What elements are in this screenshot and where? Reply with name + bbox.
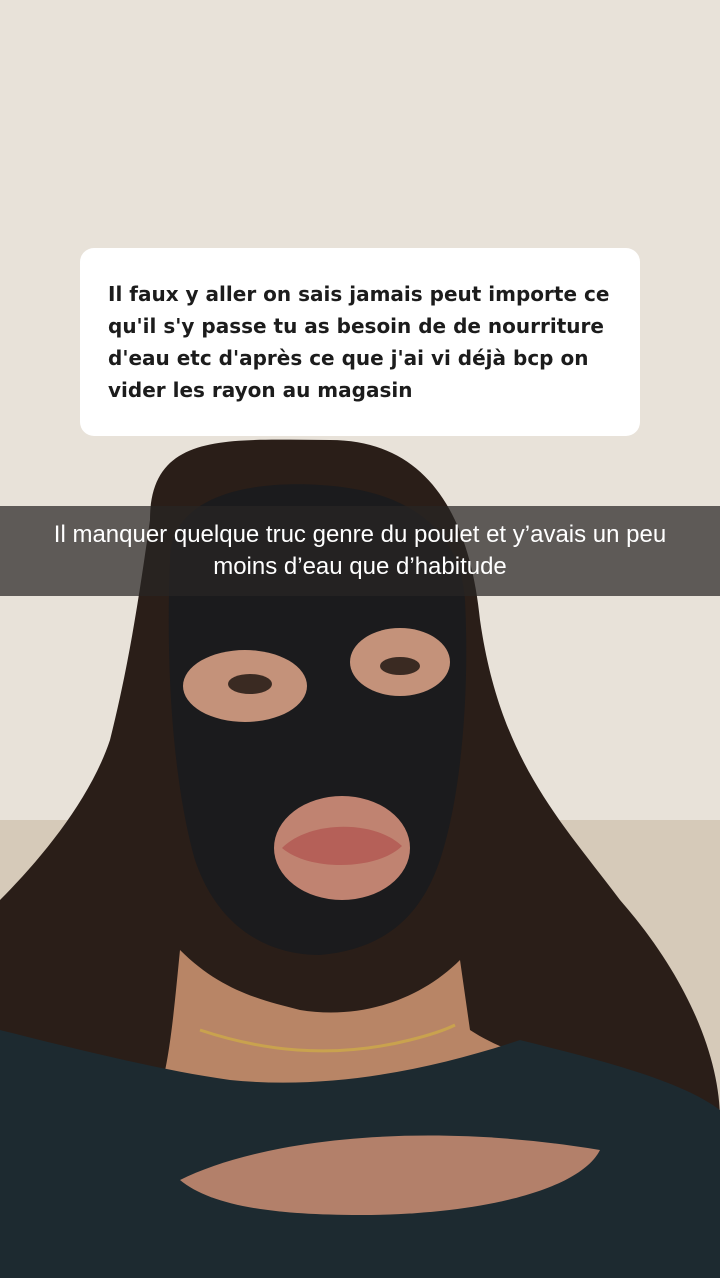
question-text: Il faux y aller on sais jamais peut impo… — [108, 282, 610, 402]
caption-bar: Il manquer quelque truc genre du poulet … — [0, 506, 720, 596]
caption-text: Il manquer quelque truc genre du poulet … — [53, 521, 667, 580]
background-photo — [0, 0, 720, 1278]
story-frame: Il faux y aller on sais jamais peut impo… — [0, 0, 720, 1278]
question-sticker: Il faux y aller on sais jamais peut impo… — [80, 248, 640, 436]
